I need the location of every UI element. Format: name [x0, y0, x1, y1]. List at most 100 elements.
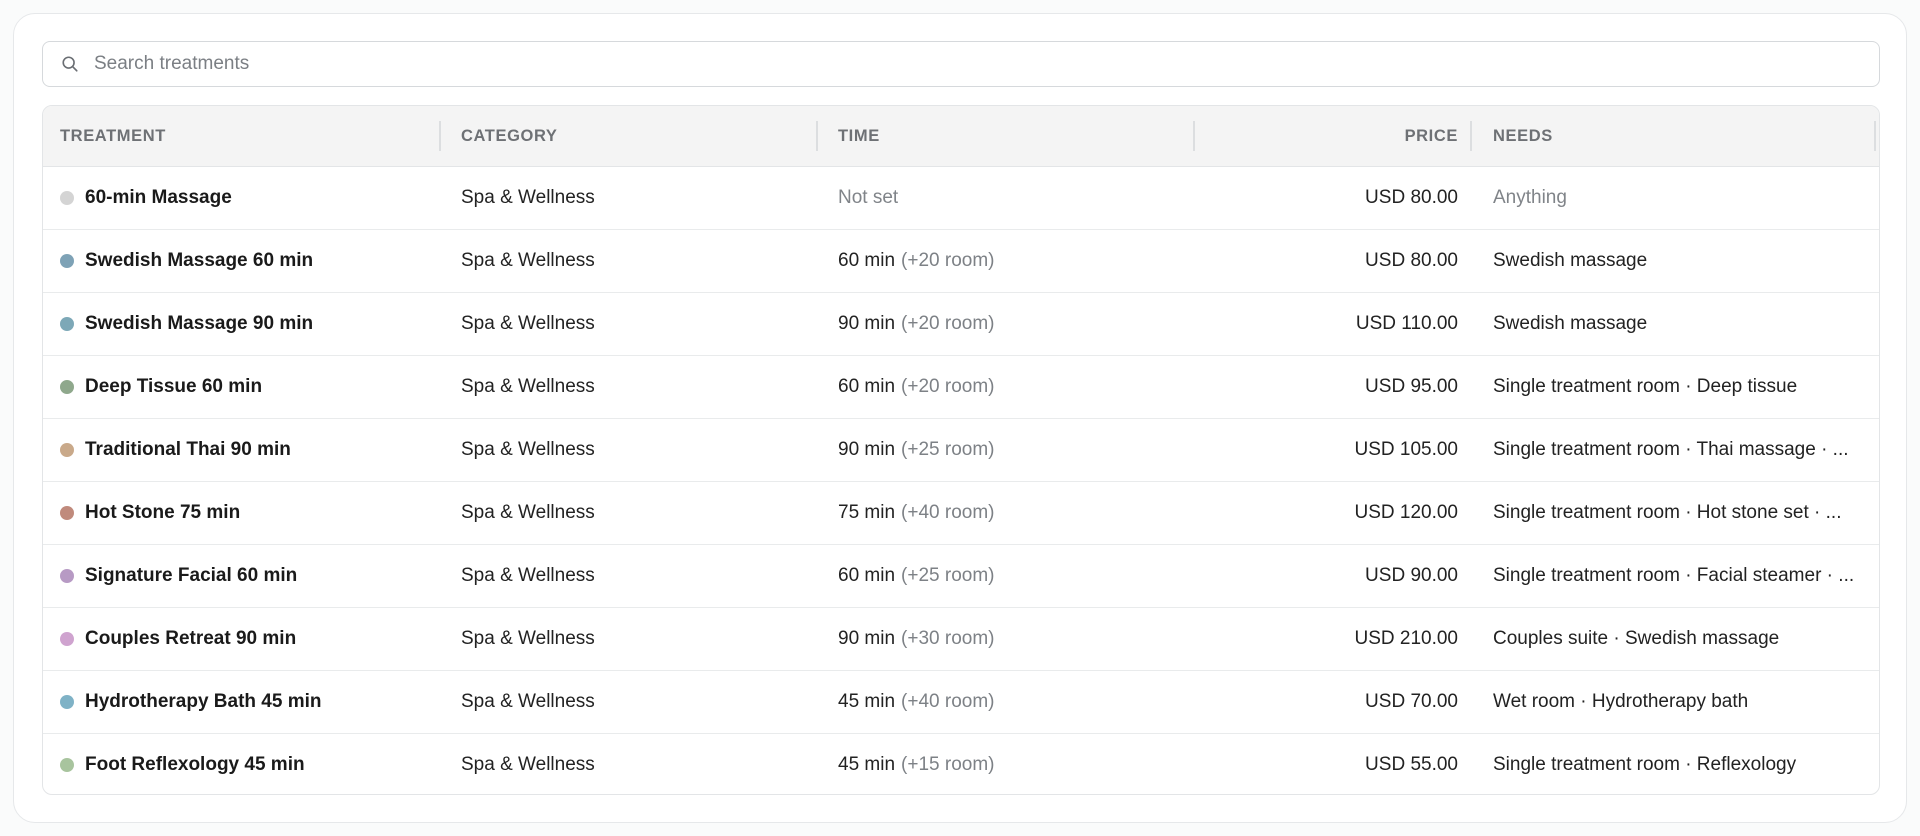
- column-header-price[interactable]: PRICE: [1405, 106, 1458, 166]
- search-input[interactable]: [94, 53, 1794, 75]
- table-row[interactable]: Foot Reflexology 45 min Spa & Wellness 4…: [43, 734, 1879, 794]
- search-box[interactable]: [42, 41, 1880, 87]
- table-row[interactable]: Swedish Massage 90 min Spa & Wellness 90…: [43, 293, 1879, 356]
- column-resize-handle[interactable]: [1874, 121, 1876, 151]
- treatment-name: 60-min Massage: [85, 187, 232, 208]
- category-cell: Spa & Wellness: [461, 754, 595, 775]
- treatment-name: Signature Facial 60 min: [85, 565, 298, 586]
- column-resize-handle[interactable]: [1193, 121, 1195, 151]
- color-dot-icon: [60, 632, 74, 646]
- time-cell: 60 min (+20 room): [838, 230, 994, 292]
- treatment-cell: Hot Stone 75 min: [60, 482, 240, 544]
- treatment-name: Swedish Massage 90 min: [85, 313, 314, 334]
- color-dot-icon: [60, 506, 74, 520]
- room-buffer: (+20 room): [901, 313, 995, 334]
- table-row[interactable]: Traditional Thai 90 min Spa & Wellness 9…: [43, 419, 1879, 482]
- treatment-cell: Swedish Massage 90 min: [60, 293, 313, 355]
- column-resize-handle[interactable]: [1470, 121, 1472, 151]
- treatment-name: Deep Tissue 60 min: [85, 376, 263, 397]
- column-header-category[interactable]: CATEGORY: [461, 106, 557, 166]
- color-dot-icon: [60, 758, 74, 772]
- table-header: TREATMENT CATEGORY TIME PRICE NEEDS: [43, 106, 1879, 167]
- color-dot-icon: [60, 191, 74, 205]
- treatment-cell: Hydrotherapy Bath 45 min: [60, 671, 322, 733]
- room-buffer: (+20 room): [901, 250, 995, 271]
- room-buffer: (+30 room): [901, 628, 995, 649]
- color-dot-icon: [60, 380, 74, 394]
- color-dot-icon: [60, 695, 74, 709]
- price-cell: USD 70.00: [1365, 691, 1458, 712]
- room-buffer: (+15 room): [901, 754, 995, 775]
- treatment-name: Foot Reflexology 45 min: [85, 754, 305, 775]
- price-cell: USD 80.00: [1365, 187, 1458, 208]
- column-header-treatment[interactable]: TREATMENT: [60, 106, 166, 166]
- time-value: 60 min: [838, 376, 896, 397]
- room-buffer: (+20 room): [901, 376, 995, 397]
- needs-cell: Single treatment room · Reflexology: [1493, 754, 1797, 775]
- column-resize-handle[interactable]: [439, 121, 441, 151]
- category-cell: Spa & Wellness: [461, 376, 595, 397]
- color-dot-icon: [60, 569, 74, 583]
- treatment-name: Swedish Massage 60 min: [85, 250, 314, 271]
- room-buffer: (+25 room): [901, 565, 995, 586]
- treatment-cell: Swedish Massage 60 min: [60, 230, 313, 292]
- treatment-cell: Traditional Thai 90 min: [60, 419, 291, 481]
- category-cell: Spa & Wellness: [461, 187, 595, 208]
- needs-cell: Single treatment room · Hot stone set · …: [1493, 502, 1842, 523]
- price-cell: USD 80.00: [1365, 250, 1458, 271]
- price-cell: USD 110.00: [1355, 313, 1458, 334]
- room-buffer: (+40 room): [901, 691, 995, 712]
- treatments-card: TREATMENT CATEGORY TIME PRICE NEEDS 60-m…: [13, 13, 1907, 823]
- needs-cell: Single treatment room · Facial steamer ·…: [1493, 565, 1855, 586]
- time-cell: Not set: [838, 167, 898, 229]
- time-value: 75 min: [838, 502, 896, 523]
- needs-cell: Single treatment room · Deep tissue: [1493, 376, 1798, 397]
- table-row[interactable]: Couples Retreat 90 min Spa & Wellness 90…: [43, 608, 1879, 671]
- table-body: 60-min Massage Spa & Wellness Not set US…: [43, 167, 1879, 794]
- time-cell: 45 min (+15 room): [838, 734, 995, 794]
- time-value: 45 min: [838, 691, 896, 712]
- needs-cell: Couples suite · Swedish massage: [1493, 628, 1780, 649]
- treatment-name: Hydrotherapy Bath 45 min: [85, 691, 322, 712]
- price-cell: USD 210.00: [1354, 628, 1458, 649]
- time-cell: 90 min (+30 room): [838, 608, 994, 670]
- time-cell: 60 min (+20 room): [838, 356, 994, 418]
- table-row[interactable]: Swedish Massage 60 min Spa & Wellness 60…: [43, 230, 1879, 293]
- price-cell: USD 90.00: [1365, 565, 1458, 586]
- price-cell: USD 55.00: [1365, 754, 1458, 775]
- treatment-cell: Foot Reflexology 45 min: [60, 734, 305, 794]
- category-cell: Spa & Wellness: [461, 691, 595, 712]
- time-cell: 75 min (+40 room): [838, 482, 994, 544]
- treatments-table: TREATMENT CATEGORY TIME PRICE NEEDS 60-m…: [42, 105, 1880, 795]
- color-dot-icon: [60, 254, 74, 268]
- time-value: 90 min: [838, 628, 896, 649]
- category-cell: Spa & Wellness: [461, 250, 595, 271]
- needs-cell: Swedish massage: [1493, 250, 1648, 271]
- time-value: Not set: [838, 187, 899, 208]
- time-value: 90 min: [838, 439, 896, 460]
- column-header-time[interactable]: TIME: [838, 106, 880, 166]
- category-cell: Spa & Wellness: [461, 439, 595, 460]
- treatment-cell: Deep Tissue 60 min: [60, 356, 262, 418]
- table-row[interactable]: Hot Stone 75 min Spa & Wellness 75 min (…: [43, 482, 1879, 545]
- needs-cell: Single treatment room · Thai massage · .…: [1493, 439, 1849, 460]
- needs-cell: Swedish massage: [1493, 313, 1648, 334]
- treatment-name: Hot Stone 75 min: [85, 502, 241, 523]
- time-value: 60 min: [838, 250, 896, 271]
- room-buffer: (+40 room): [901, 502, 995, 523]
- column-resize-handle[interactable]: [816, 121, 818, 151]
- table-row[interactable]: Hydrotherapy Bath 45 min Spa & Wellness …: [43, 671, 1879, 734]
- table-row[interactable]: Deep Tissue 60 min Spa & Wellness 60 min…: [43, 356, 1879, 419]
- time-value: 90 min: [838, 313, 896, 334]
- treatment-cell: 60-min Massage: [60, 167, 232, 229]
- table-row[interactable]: Signature Facial 60 min Spa & Wellness 6…: [43, 545, 1879, 608]
- color-dot-icon: [60, 443, 74, 457]
- time-cell: 60 min (+25 room): [838, 545, 994, 607]
- color-dot-icon: [60, 317, 74, 331]
- table-row[interactable]: 60-min Massage Spa & Wellness Not set US…: [43, 167, 1879, 230]
- column-header-needs[interactable]: NEEDS: [1493, 106, 1553, 166]
- treatment-name: Traditional Thai 90 min: [85, 439, 291, 460]
- time-value: 60 min: [838, 565, 896, 586]
- category-cell: Spa & Wellness: [461, 628, 595, 649]
- needs-cell: Anything: [1493, 187, 1567, 208]
